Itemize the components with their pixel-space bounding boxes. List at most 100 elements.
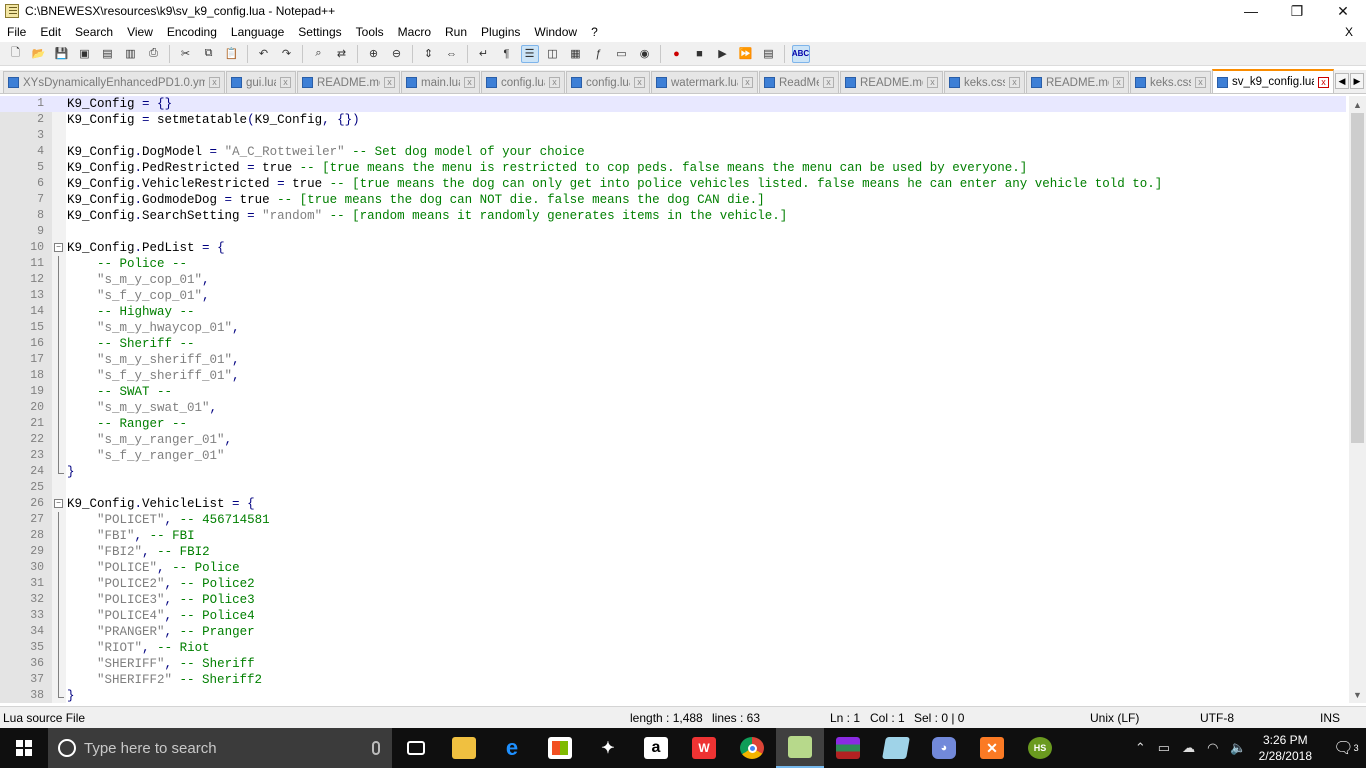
zoom-out-icon[interactable]: ⊖: [388, 45, 406, 63]
save-icon[interactable]: 💾: [53, 45, 71, 63]
code-line[interactable]: 16 -- Sheriff --: [0, 336, 1346, 352]
copy-icon[interactable]: ⧉: [200, 45, 218, 63]
menu-view[interactable]: View: [120, 25, 160, 39]
show-hidden-icons-icon[interactable]: ⌃: [1135, 740, 1146, 756]
tab-close-icon[interactable]: x: [464, 77, 475, 88]
fold-toggle-icon[interactable]: −: [54, 499, 63, 508]
notepadpp-taskbar-icon[interactable]: [776, 728, 824, 768]
zoom-in-icon[interactable]: ⊕: [365, 45, 383, 63]
tab-scroll-left-button[interactable]: ◀: [1335, 73, 1349, 89]
code-line[interactable]: 12 "s_m_y_cop_01",: [0, 272, 1346, 288]
store-icon[interactable]: [536, 728, 584, 768]
cut-icon[interactable]: ✂: [177, 45, 195, 63]
document-tab[interactable]: config.lua x: [481, 71, 565, 93]
scroll-down-icon[interactable]: ▼: [1349, 686, 1366, 703]
folder-as-workspace-icon[interactable]: ▭: [613, 45, 631, 63]
document-tab[interactable]: gui.lua x: [226, 71, 296, 93]
menu-encoding[interactable]: Encoding: [160, 25, 224, 39]
document-tab[interactable]: XYsDynamicallyEnhancedPD1.0.ymap x: [3, 71, 225, 93]
sync-vertical-scroll-icon[interactable]: ⇕: [420, 45, 438, 63]
tab-close-icon[interactable]: x: [634, 77, 645, 88]
code-line[interactable]: 6 K9_Config.VehicleRestricted = true -- […: [0, 176, 1346, 192]
onedrive-icon[interactable]: ☁: [1182, 740, 1195, 756]
document-tab[interactable]: config.lua x: [566, 71, 650, 93]
print-icon[interactable]: ⎙: [145, 45, 163, 63]
document-tab[interactable]: README.md x: [297, 71, 400, 93]
tab-close-icon[interactable]: x: [927, 77, 938, 88]
microphone-icon[interactable]: [372, 741, 380, 755]
menu-window[interactable]: Window: [527, 25, 584, 39]
tab-close-icon[interactable]: x: [280, 77, 291, 88]
scroll-thumb[interactable]: [1351, 113, 1364, 443]
code-line[interactable]: 37 "SHERIFF2" -- Sheriff2: [0, 672, 1346, 688]
code-line[interactable]: 29 "FBI2", -- FBI2: [0, 544, 1346, 560]
open-file-icon[interactable]: 📂: [30, 45, 48, 63]
code-line[interactable]: 19 -- SWAT --: [0, 384, 1346, 400]
taskbar-clock[interactable]: 3:26 PM 2/28/2018: [1259, 732, 1312, 764]
code-line[interactable]: 8 K9_Config.SearchSetting = "random" -- […: [0, 208, 1346, 224]
dropbox-icon[interactable]: ✦: [584, 728, 632, 768]
word-wrap-icon[interactable]: ↵: [475, 45, 493, 63]
paste-icon[interactable]: 📋: [223, 45, 241, 63]
vertical-scrollbar[interactable]: ▲ ▼: [1349, 96, 1366, 703]
document-tab[interactable]: keks.css x: [1130, 71, 1211, 93]
code-line[interactable]: 5 K9_Config.PedRestricted = true -- [true…: [0, 160, 1346, 176]
code-line[interactable]: 18 "s_f_y_sheriff_01",: [0, 368, 1346, 384]
document-tab[interactable]: main.lua x: [401, 71, 480, 93]
code-line[interactable]: 3: [0, 128, 1346, 144]
menu-search[interactable]: Search: [68, 25, 120, 39]
code-line[interactable]: 9: [0, 224, 1346, 240]
action-center-icon[interactable]: 🗨 3: [1326, 728, 1366, 768]
tab-close-icon[interactable]: x: [209, 77, 220, 88]
undo-icon[interactable]: ↶: [255, 45, 273, 63]
menu-plugins[interactable]: Plugins: [474, 25, 527, 39]
tab-scroll-right-button[interactable]: ▶: [1350, 73, 1364, 89]
run-macro-multiple-icon[interactable]: ⏩: [737, 45, 755, 63]
code-line[interactable]: 31 "POLICE2", -- Police2: [0, 576, 1346, 592]
document-tab[interactable]: watermark.lua x: [651, 71, 758, 93]
code-editor[interactable]: 1 K9_Config = {} 2 K9_Config = setmetatable…: [0, 96, 1366, 703]
tab-close-icon[interactable]: x: [1318, 76, 1329, 88]
indent-guide-icon[interactable]: ☰: [520, 44, 539, 63]
menu-macro[interactable]: Macro: [391, 25, 438, 39]
close-file-icon[interactable]: ▤: [99, 45, 117, 63]
code-line[interactable]: 15 "s_m_y_hwaycop_01",: [0, 320, 1346, 336]
menu-run[interactable]: Run: [438, 25, 474, 39]
document-map-icon[interactable]: ▦: [567, 45, 585, 63]
record-macro-icon[interactable]: ●: [668, 45, 686, 63]
code-line[interactable]: 22 "s_m_y_ranger_01",: [0, 432, 1346, 448]
stop-macro-icon[interactable]: ■: [691, 45, 709, 63]
discord-icon[interactable]: ◕: [920, 728, 968, 768]
close-button[interactable]: ✕: [1320, 0, 1366, 22]
code-line[interactable]: 1 K9_Config = {}: [0, 96, 1346, 112]
code-line[interactable]: 32 "POLICE3", -- POlice3: [0, 592, 1346, 608]
chrome-icon[interactable]: [728, 728, 776, 768]
code-line[interactable]: 2 K9_Config = setmetatable(K9_Config, {}): [0, 112, 1346, 128]
show-all-characters-icon[interactable]: ¶: [498, 45, 516, 63]
code-line[interactable]: 34 "PRANGER", -- Pranger: [0, 624, 1346, 640]
play-macro-icon[interactable]: ▶: [714, 45, 732, 63]
edge-browser-icon[interactable]: e: [488, 728, 536, 768]
document-tab[interactable]: sv_k9_config.lua x: [1212, 69, 1334, 93]
code-line[interactable]: 4 K9_Config.DogModel = "A_C_Rottweiler" -…: [0, 144, 1346, 160]
monitoring-eye-icon[interactable]: ◉: [636, 45, 654, 63]
wps-office-icon[interactable]: W: [680, 728, 728, 768]
user-defined-language-icon[interactable]: ◫: [544, 45, 562, 63]
volume-icon[interactable]: 🔈: [1230, 740, 1246, 756]
minimize-button[interactable]: —: [1228, 0, 1274, 22]
document-tab[interactable]: README.md x: [1026, 71, 1129, 93]
code-line[interactable]: 7 K9_Config.GodmodeDog = true -- [true me…: [0, 192, 1346, 208]
tab-close-icon[interactable]: x: [823, 77, 834, 88]
menu-language[interactable]: Language: [224, 25, 291, 39]
code-line[interactable]: 14 -- Highway --: [0, 304, 1346, 320]
save-all-icon[interactable]: ▣: [76, 45, 94, 63]
close-all-icon[interactable]: ▥: [122, 45, 140, 63]
spell-check-icon[interactable]: ABC: [791, 44, 810, 63]
new-file-icon[interactable]: 🗋: [7, 45, 25, 63]
start-button[interactable]: [0, 728, 48, 768]
power-icon[interactable]: ▭: [1158, 740, 1170, 756]
tab-close-icon[interactable]: x: [1195, 77, 1206, 88]
task-view-icon[interactable]: [392, 728, 440, 768]
taskbar-search-box[interactable]: Type here to search: [48, 728, 392, 768]
tab-close-icon[interactable]: x: [1009, 77, 1020, 88]
